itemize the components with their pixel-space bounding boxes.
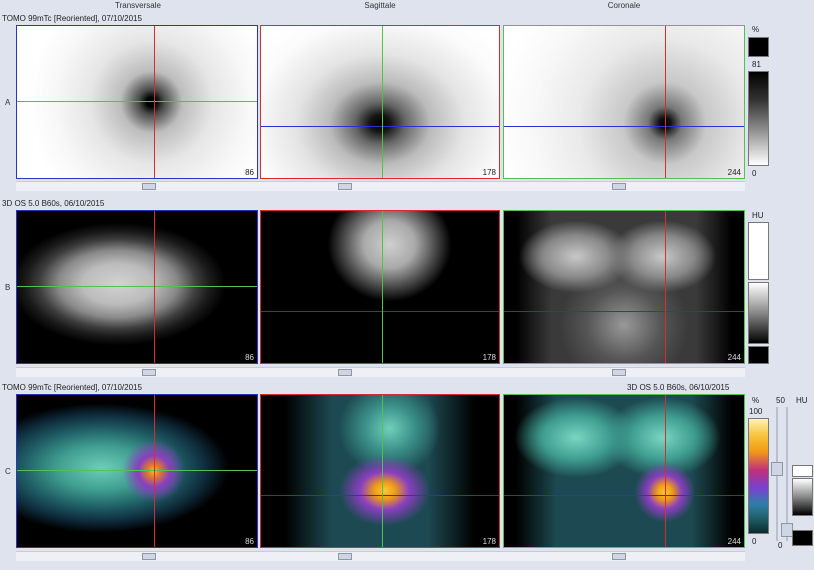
row-b-transversal-slider-thumb[interactable] (142, 369, 156, 376)
row-b-scale-lower-box (748, 346, 769, 364)
row-a-transversal-view[interactable]: 86 (16, 25, 258, 179)
row-a-sagittal-slider-thumb[interactable] (338, 183, 352, 190)
row-b-slider-track (16, 367, 745, 377)
row-c-mid-scale-bottom: 0 (778, 541, 783, 550)
row-c-title-left: TOMO 99mTc [Reoriented], 07/10/2015 (2, 383, 142, 392)
row-a-letter: A (5, 98, 11, 107)
slice-number: 244 (727, 353, 741, 362)
row-c-scale-top: 100 (749, 407, 763, 416)
row-b-scale-upper-box (748, 222, 769, 280)
vertical-crosshair (382, 26, 383, 178)
row-b-coronal-view[interactable]: 244 (503, 210, 745, 364)
row-c-hu-upper-box (792, 465, 813, 477)
slice-number: 244 (727, 537, 741, 546)
row-b-transversal-view[interactable]: 86 (16, 210, 258, 364)
row-a-scale-unit: % (752, 25, 760, 34)
row-c-coronal-slider-thumb[interactable] (612, 553, 626, 560)
row-a-coronal-slider-thumb[interactable] (612, 183, 626, 190)
row-c-coronal-fusion-view[interactable]: 244 (503, 394, 745, 548)
vertical-crosshair (665, 26, 666, 178)
slice-number: 86 (245, 537, 254, 546)
slice-number: 178 (482, 353, 496, 362)
row-c-hu-lower-box (792, 530, 813, 546)
horizontal-crosshair (504, 495, 744, 496)
column-header-transversale: Transversale (115, 1, 161, 10)
row-c-hu-grayscale-bar[interactable] (792, 478, 813, 516)
horizontal-crosshair (261, 495, 499, 496)
row-b-coronal-slider-thumb[interactable] (612, 369, 626, 376)
row-c-title-right: 3D OS 5.0 B60s, 06/10/2015 (627, 383, 730, 392)
row-c-transversal-slider-thumb[interactable] (142, 553, 156, 560)
vertical-crosshair (382, 395, 383, 547)
vertical-crosshair (665, 211, 666, 363)
horizontal-crosshair (504, 126, 744, 127)
row-c-scale-unit: % (752, 396, 760, 405)
row-c-hu-slider-track (786, 407, 788, 541)
slice-number: 244 (727, 168, 741, 177)
row-c-scale-bottom: 0 (752, 537, 757, 546)
row-a-title: TOMO 99mTc [Reoriented], 07/10/2015 (2, 14, 142, 23)
row-b-sagittal-slider-thumb[interactable] (338, 369, 352, 376)
horizontal-crosshair (261, 311, 499, 312)
vertical-crosshair (154, 395, 155, 547)
slice-number: 86 (245, 353, 254, 362)
row-c-opacity-slider-thumb[interactable] (771, 462, 783, 476)
row-a-transversal-slider-thumb[interactable] (142, 183, 156, 190)
row-c-color-scale-bar[interactable] (748, 418, 769, 534)
slice-number: 86 (245, 168, 254, 177)
row-c-letter: C (5, 467, 11, 476)
row-c-sagittal-slider-thumb[interactable] (338, 553, 352, 560)
row-b-sagittal-view[interactable]: 178 (260, 210, 500, 364)
row-b-grayscale-bar[interactable] (748, 282, 769, 344)
row-a-scale-max-box (748, 37, 769, 57)
horizontal-crosshair (504, 311, 744, 312)
slice-number: 178 (482, 537, 496, 546)
row-a-sagittal-view[interactable]: 178 (260, 25, 500, 179)
row-b-scale-unit: HU (752, 211, 764, 220)
horizontal-crosshair (261, 126, 499, 127)
row-a-scale-top: 81 (752, 60, 761, 69)
row-a-scale-bottom: 0 (752, 169, 757, 178)
row-c-hu-label: HU (796, 396, 808, 405)
row-b-title: 3D OS 5.0 B60s, 06/10/2015 (2, 199, 105, 208)
vertical-crosshair (154, 26, 155, 178)
vertical-crosshair (154, 211, 155, 363)
vertical-crosshair (382, 211, 383, 363)
slice-number: 178 (482, 168, 496, 177)
column-header-coronale: Coronale (607, 1, 641, 10)
horizontal-crosshair (17, 470, 257, 471)
vertical-crosshair (665, 395, 666, 547)
column-header-sagittale: Sagittale (364, 1, 396, 10)
horizontal-crosshair (17, 101, 257, 102)
row-c-transversal-fusion-view[interactable]: 86 (16, 394, 258, 548)
horizontal-crosshair (17, 286, 257, 287)
row-b-letter: B (5, 283, 11, 292)
row-c-mid-scale-top: 50 (776, 396, 785, 405)
row-a-grayscale-bar[interactable] (748, 71, 769, 166)
row-a-coronal-view[interactable]: 244 (503, 25, 745, 179)
row-c-slider-track (16, 551, 745, 561)
row-c-sagittal-fusion-view[interactable]: 178 (260, 394, 500, 548)
row-a-slider-track (16, 181, 745, 191)
